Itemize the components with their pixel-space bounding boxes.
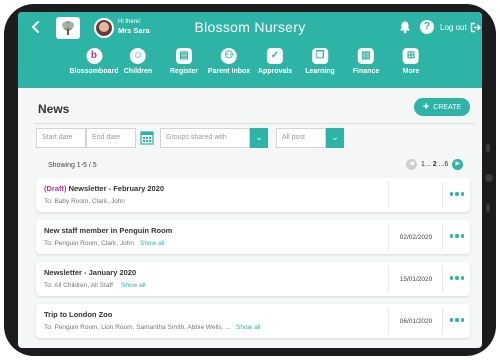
news-title-text: Trip to London Zoo (44, 310, 113, 319)
chevron-down-icon: ⌄ (331, 132, 339, 142)
children-icon: ☺ (129, 48, 146, 64)
finance-icon: ▥ (357, 48, 374, 64)
app-screen: Hi there! Mrs Sara Blossom Nursery ? Log… (18, 12, 482, 348)
news-title: (Draft) Newsletter - February 2020 (44, 184, 164, 193)
news-recipients: To: Baby Room, Clark, John (44, 198, 125, 205)
groups-placeholder: Groups shared with (166, 134, 227, 141)
divider (388, 182, 389, 208)
more-options-icon[interactable] (446, 272, 468, 284)
nav-label: More (402, 68, 420, 75)
logout-icon (470, 22, 481, 33)
news-date: 15/01/2020 (399, 276, 433, 283)
more-options-icon[interactable] (446, 314, 468, 326)
pagination: ◀ 1... 2 ...6 ▶ (406, 159, 464, 170)
nav-children[interactable]: ☺ Children (124, 48, 152, 75)
page-last[interactable]: 6 (444, 161, 448, 168)
show-all-link[interactable]: Show all (140, 240, 165, 247)
results-count: Showing 1-5 / 5 (48, 162, 97, 169)
approvals-icon: ✓ (266, 48, 283, 64)
nav-label: Children (123, 68, 153, 75)
news-title-text: Newsletter - January 2020 (44, 268, 137, 277)
logout-label: Log out (440, 23, 467, 32)
news-recipients: To: Penguin Room, Clark, John (44, 240, 134, 247)
nav-label: Learning (305, 68, 335, 75)
next-page-icon[interactable]: ▶ (452, 159, 464, 170)
register-icon: ▤ (175, 48, 192, 64)
nav-label: Approvals (257, 68, 293, 75)
news-content: News + CREATE Start date End date Groups… (18, 88, 482, 348)
page-numbers: 1... 2 ...6 (421, 161, 448, 168)
prev-page-icon[interactable]: ◀ (406, 159, 417, 170)
app-title: Blossom Nursery (194, 19, 306, 35)
main-nav: b Blossomboard ☺ Children ▤ Register ⚇ P… (18, 44, 482, 88)
more-grid-icon: ⊞ (402, 48, 419, 64)
learning-icon: ❐ (312, 48, 328, 64)
groups-select[interactable]: Groups shared with (160, 128, 250, 148)
page-current[interactable]: 2 (433, 161, 437, 168)
divider (442, 224, 443, 250)
tablet-side-button (486, 144, 490, 152)
nav-learning[interactable]: ❐ Learning (305, 48, 335, 75)
news-date: 06/01/2020 (399, 318, 433, 325)
news-date: 02/02/2020 (399, 234, 433, 241)
chevron-down-icon: ⌄ (255, 132, 263, 142)
create-button[interactable]: + CREATE (414, 98, 470, 116)
news-recipients: To: Penguin Room, Lion Room, Samantha Sm… (44, 324, 231, 331)
nav-parent-inbox[interactable]: ⚇ Parent Inbox (208, 48, 250, 75)
parent-inbox-icon: ⚇ (221, 48, 237, 64)
tablet-side-button (486, 204, 490, 212)
news-recipients: To: All Children, All Staff (44, 282, 113, 289)
page-title: News (38, 102, 70, 116)
app-header: Hi there! Mrs Sara Blossom Nursery ? Log… (18, 12, 482, 88)
logout-button[interactable]: Log out (440, 22, 481, 33)
groups-dropdown-button[interactable]: ⌄ (250, 128, 268, 148)
nav-label: Blossomboard (69, 68, 119, 75)
divider (442, 308, 443, 334)
nav-finance[interactable]: ▥ Finance (353, 48, 379, 75)
create-label: CREATE (433, 103, 462, 111)
more-options-icon[interactable] (446, 188, 468, 200)
news-title-text: New staff member in Penguin Room (44, 226, 173, 235)
news-card[interactable]: Trip to London Zoo To: Penguin Room, Lio… (36, 304, 470, 338)
news-card[interactable]: New staff member in Penguin Room To: Pen… (36, 220, 470, 254)
divider (388, 266, 389, 292)
news-card[interactable]: Newsletter - January 2020 To: All Childr… (36, 262, 470, 296)
nav-register[interactable]: ▤ Register (170, 48, 198, 75)
draft-badge: (Draft) (44, 184, 67, 193)
news-card[interactable]: (Draft) Newsletter - February 2020 To: B… (36, 178, 470, 212)
nav-blossomboard[interactable]: b Blossomboard (69, 48, 119, 75)
tablet-frame: Hi there! Mrs Sara Blossom Nursery ? Log… (4, 4, 496, 356)
news-title-text: Newsletter - February 2020 (68, 184, 165, 193)
more-options-icon[interactable] (446, 230, 468, 242)
nav-more[interactable]: ⊞ More (402, 48, 420, 75)
show-all-link[interactable]: Show all (121, 282, 146, 289)
divider (34, 123, 474, 124)
nav-label: Parent Inbox (207, 68, 251, 75)
start-date-placeholder: Start date (42, 134, 73, 141)
end-date-placeholder: End date (92, 134, 121, 141)
nav-label: Finance (352, 68, 380, 75)
plus-icon: + (422, 101, 430, 113)
post-value: All post (282, 134, 305, 141)
show-all-link[interactable]: Show all (236, 324, 261, 331)
divider (388, 224, 389, 250)
page-ellipsis: ... (424, 161, 431, 168)
divider (442, 266, 443, 292)
nav-label: Register (169, 68, 199, 75)
bell-icon[interactable] (398, 20, 412, 34)
nav-approvals[interactable]: ✓ Approvals (258, 48, 292, 75)
post-dropdown-button[interactable]: ⌄ (326, 128, 344, 148)
end-date-field[interactable]: End date (86, 128, 136, 148)
help-icon[interactable]: ? (420, 20, 434, 34)
blossomboard-icon: b (85, 48, 102, 64)
tablet-home-button (485, 174, 493, 182)
divider (442, 182, 443, 208)
calendar-icon[interactable] (140, 130, 154, 145)
post-select[interactable]: All post (276, 128, 326, 148)
start-date-field[interactable]: Start date (36, 128, 86, 148)
divider (388, 308, 389, 334)
